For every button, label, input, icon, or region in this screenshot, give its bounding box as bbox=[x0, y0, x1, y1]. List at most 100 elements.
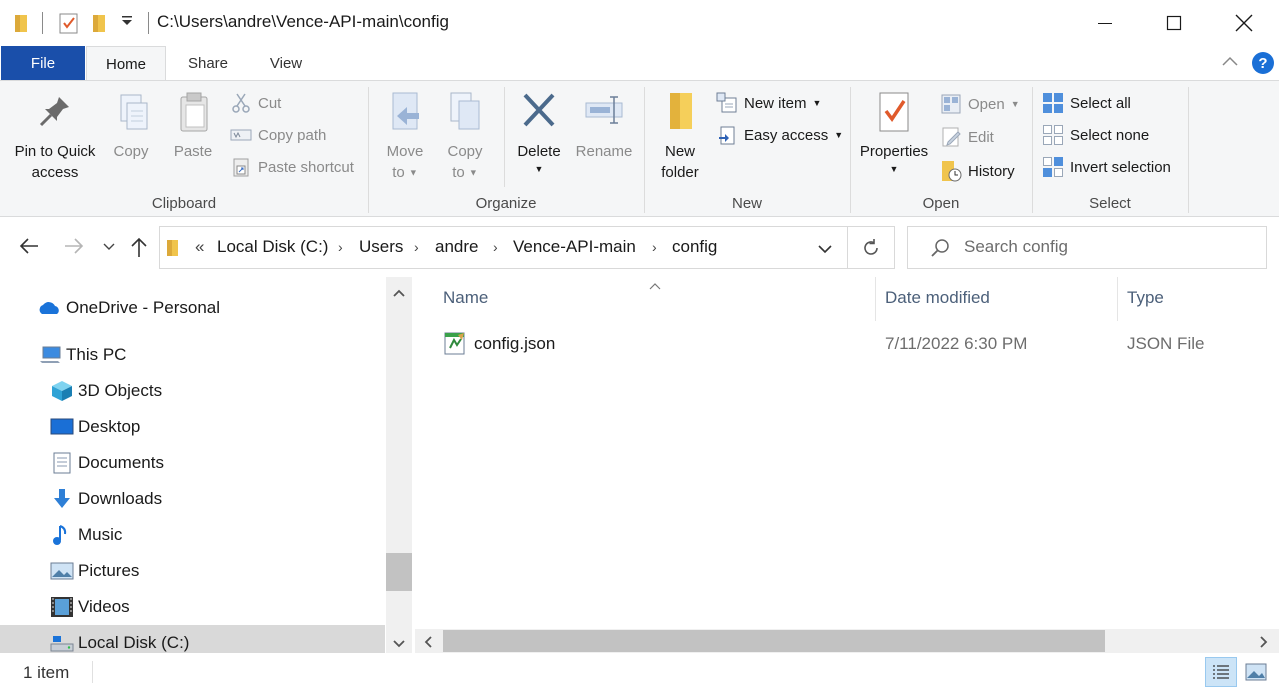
scroll-right-icon[interactable] bbox=[1259, 635, 1269, 654]
copy-button[interactable]: Copy bbox=[104, 91, 158, 162]
delete-dropdown-icon: ▼ bbox=[534, 164, 544, 174]
address-history-chevron-icon[interactable] bbox=[817, 242, 833, 260]
select-group-label: Select bbox=[1089, 195, 1131, 212]
history-button[interactable]: History bbox=[940, 159, 1015, 183]
breadcrumb-config[interactable]: config bbox=[672, 237, 717, 257]
scroll-left-icon[interactable] bbox=[423, 635, 433, 654]
edit-button[interactable]: Edit bbox=[940, 126, 994, 148]
back-arrow-icon[interactable] bbox=[18, 237, 40, 260]
paste-shortcut-button[interactable]: Paste shortcut bbox=[230, 156, 354, 178]
breadcrumb-users[interactable]: Users bbox=[359, 237, 403, 257]
nav-item-videos[interactable]: Videos bbox=[0, 589, 385, 625]
title-bar: C:\Users\andre\Vence-API-main\config bbox=[0, 0, 1279, 46]
customize-dropdown-icon[interactable] bbox=[120, 14, 134, 31]
move-to-label-line2: to ▼ bbox=[392, 164, 418, 181]
nav-item-3d-objects[interactable]: 3D Objects bbox=[0, 373, 385, 409]
new-folder-icon[interactable] bbox=[92, 12, 108, 39]
move-to-button[interactable]: Move to ▼ bbox=[378, 91, 432, 184]
table-row[interactable]: config.json 7/11/2022 6:30 PM JSON File bbox=[437, 323, 1279, 363]
minimize-icon bbox=[1098, 23, 1112, 24]
forward-arrow-icon[interactable] bbox=[63, 237, 85, 260]
nav-item-desktop[interactable]: Desktop bbox=[0, 409, 385, 445]
copy-path-button[interactable]: Copy path bbox=[230, 124, 326, 146]
delete-icon bbox=[523, 93, 555, 127]
nav-item-label: 3D Objects bbox=[78, 381, 163, 400]
edit-icon bbox=[942, 127, 961, 147]
breadcrumb-overflow[interactable]: « bbox=[195, 237, 204, 257]
nav-item-this-pc[interactable]: This PC bbox=[0, 337, 385, 373]
breadcrumb-local-disk[interactable]: Local Disk (C:) bbox=[217, 237, 328, 257]
breadcrumb-separator-icon[interactable]: › bbox=[338, 239, 343, 255]
column-separator[interactable] bbox=[1117, 277, 1118, 321]
pictures-icon bbox=[50, 562, 74, 580]
invert-selection-button[interactable]: Invert selection bbox=[1042, 156, 1171, 178]
horizontal-scrollbar-thumb[interactable] bbox=[443, 630, 1105, 652]
select-all-button[interactable]: Select all bbox=[1042, 92, 1131, 114]
easy-access-button[interactable]: Easy access ▼ bbox=[716, 124, 843, 146]
breadcrumb-separator-icon[interactable]: › bbox=[493, 239, 498, 255]
horizontal-scrollbar[interactable] bbox=[415, 629, 1279, 653]
pin-to-quick-access-button[interactable]: Pin to Quick access bbox=[6, 91, 104, 183]
easy-access-dropdown-icon: ▼ bbox=[834, 130, 844, 140]
breadcrumb-separator-icon[interactable]: › bbox=[652, 239, 657, 255]
copy-to-button[interactable]: Copy to ▼ bbox=[438, 91, 492, 184]
open-button[interactable]: Open ▼ bbox=[940, 93, 1020, 115]
music-icon bbox=[53, 525, 67, 545]
scroll-down-icon[interactable] bbox=[392, 636, 406, 653]
search-box[interactable] bbox=[907, 226, 1267, 269]
window-title: C:\Users\andre\Vence-API-main\config bbox=[157, 12, 449, 31]
address-bar[interactable]: « Local Disk (C:) › Users › andre › Venc… bbox=[159, 226, 848, 269]
nav-item-local-disk[interactable]: Local Disk (C:) bbox=[0, 625, 385, 653]
cut-button[interactable]: Cut bbox=[230, 92, 281, 114]
breadcrumb-andre[interactable]: andre bbox=[435, 237, 478, 257]
properties-button[interactable]: Properties ▼ bbox=[856, 91, 932, 176]
delete-button[interactable]: Delete ▼ bbox=[512, 91, 566, 176]
scrollbar-thumb[interactable] bbox=[386, 553, 412, 591]
up-arrow-icon[interactable] bbox=[130, 236, 148, 263]
column-header-date-modified[interactable]: Date modified bbox=[885, 288, 990, 308]
this-pc-icon bbox=[40, 346, 61, 363]
properties-icon[interactable] bbox=[58, 12, 80, 39]
large-icons-view-button[interactable] bbox=[1241, 657, 1271, 687]
collapse-ribbon-icon[interactable] bbox=[1221, 54, 1239, 73]
paste-button[interactable]: Paste bbox=[166, 91, 220, 162]
nav-item-documents[interactable]: Documents bbox=[0, 445, 385, 481]
new-item-button[interactable]: New item ▼ bbox=[716, 92, 821, 114]
pin-label-line1: Pin to Quick bbox=[14, 143, 96, 160]
maximize-button[interactable] bbox=[1151, 0, 1197, 46]
column-header-type[interactable]: Type bbox=[1127, 288, 1164, 308]
close-button[interactable] bbox=[1221, 0, 1267, 46]
svg-text:?: ? bbox=[1258, 55, 1267, 72]
rename-button[interactable]: Rename bbox=[572, 91, 636, 162]
nav-item-music[interactable]: Music bbox=[0, 517, 385, 553]
minimize-button[interactable] bbox=[1082, 0, 1128, 46]
recent-locations-chevron-icon[interactable] bbox=[102, 240, 116, 258]
column-separator[interactable] bbox=[875, 277, 876, 321]
breadcrumb-vence-api-main[interactable]: Vence-API-main bbox=[513, 237, 636, 257]
help-icon[interactable]: ? bbox=[1251, 51, 1275, 80]
details-view-button[interactable] bbox=[1205, 657, 1237, 687]
scroll-up-icon[interactable] bbox=[392, 285, 406, 303]
copy-icon bbox=[120, 94, 148, 130]
refresh-button[interactable] bbox=[847, 226, 895, 269]
tab-share[interactable]: Share bbox=[168, 46, 248, 80]
tab-home[interactable]: Home bbox=[86, 46, 166, 81]
navigation-pane: OneDrive - Personal This PC 3D Objects D… bbox=[0, 277, 412, 653]
breadcrumb-separator-icon[interactable]: › bbox=[414, 239, 419, 255]
column-header-name[interactable]: Name bbox=[443, 288, 488, 308]
invert-selection-icon bbox=[1043, 157, 1063, 177]
tab-file[interactable]: File bbox=[1, 46, 85, 80]
copy-path-icon bbox=[230, 129, 252, 141]
copy-to-label-line1: Copy bbox=[447, 143, 483, 160]
select-none-button[interactable]: Select none bbox=[1042, 124, 1149, 146]
tab-view[interactable]: View bbox=[250, 46, 322, 80]
nav-item-downloads[interactable]: Downloads bbox=[0, 481, 385, 517]
nav-item-label: This PC bbox=[66, 345, 127, 364]
folder-icon bbox=[14, 12, 30, 39]
nav-item-onedrive[interactable]: OneDrive - Personal bbox=[0, 290, 385, 326]
nav-pane-scrollbar[interactable] bbox=[386, 277, 412, 653]
new-folder-button[interactable]: New folder bbox=[652, 91, 708, 183]
file-list: Name Date modified Type config.json 7/11… bbox=[415, 277, 1279, 630]
search-input[interactable] bbox=[964, 237, 1244, 257]
nav-item-pictures[interactable]: Pictures bbox=[0, 553, 385, 589]
